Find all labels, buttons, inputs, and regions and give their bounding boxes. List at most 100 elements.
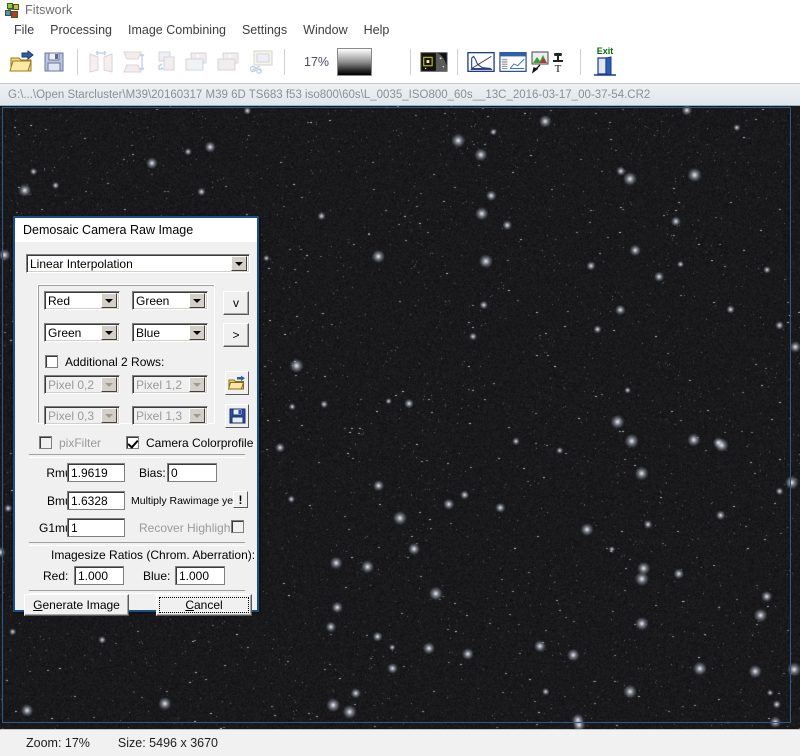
menubar: File Processing Image Combining Settings… <box>0 20 800 40</box>
statusbar: Zoom: 17% Size: 5496 x 3670 <box>0 729 800 756</box>
menu-settings[interactable]: Settings <box>234 21 295 39</box>
generate-image-label: Generate Image <box>33 598 120 612</box>
pixfilter-checkbox[interactable] <box>39 436 52 449</box>
menu-processing[interactable]: Processing <box>42 21 120 39</box>
statistics-window-icon <box>499 50 527 74</box>
mirror-vertical-icon <box>121 51 145 73</box>
bayer-combo-r1c0[interactable]: Green <box>44 323 120 342</box>
chevron-down-icon[interactable] <box>189 325 205 340</box>
toolbar-duplicate-image-button[interactable] <box>215 47 243 77</box>
demosaic-dialog: Demosaic Camera Raw Image Linear Interpo… <box>13 216 259 612</box>
mdi-workspace: Demosaic Camera Raw Image Linear Interpo… <box>0 106 800 729</box>
chevron-down-icon[interactable] <box>101 377 117 392</box>
ratio-blue-label: Blue: <box>143 569 170 583</box>
bayer-value-r1c1: Blue <box>136 326 189 340</box>
menu-help[interactable]: Help <box>356 21 398 39</box>
mirror-horizontal-icon <box>89 51 113 73</box>
crop-scissors-icon <box>248 50 274 74</box>
toolbar-mirror-vertical-button[interactable] <box>119 47 147 77</box>
g1mul-input[interactable]: 1 <box>67 518 125 537</box>
bmul-input[interactable]: 1.6328 <box>67 491 125 510</box>
bayer-combo-r1c1[interactable]: Blue <box>132 323 208 342</box>
exit-label: Exit <box>597 47 614 56</box>
bayer-value-r2c1: Pixel 1,2 <box>136 378 189 392</box>
bayer-value-r3c1: Pixel 1,3 <box>136 409 189 423</box>
bayer-combo-r2c0[interactable]: Pixel 0,2 <box>44 375 120 394</box>
divider-1 <box>29 454 245 458</box>
chevron-down-icon[interactable] <box>189 408 205 423</box>
toolbar-open-button[interactable] <box>8 47 36 77</box>
recover-highlights-checkbox[interactable] <box>231 520 244 533</box>
bayer-value-r0c1: Green <box>136 294 189 308</box>
toolbar-mirror-horizontal-button[interactable] <box>87 47 115 77</box>
status-size: Size: 5496 x 3670 <box>118 736 218 750</box>
floppy-save-icon <box>42 50 66 74</box>
shift-down-button[interactable]: v <box>223 291 249 315</box>
interpolation-combobox[interactable]: Linear Interpolation <box>26 254 250 273</box>
toolbar-save-button[interactable] <box>40 47 68 77</box>
window-title: Fitswork <box>25 3 72 17</box>
generate-image-button[interactable]: Generate Image <box>24 594 129 616</box>
toolbar-zoom-value: 17% <box>304 55 329 69</box>
toolbar-star-select-button[interactable] <box>420 47 448 77</box>
bayer-combo-r0c0[interactable]: Red <box>44 291 120 310</box>
pixfilter-label: pixFilter <box>59 436 101 450</box>
menu-image-combining[interactable]: Image Combining <box>120 21 234 39</box>
toolbar-color-picker-button[interactable]: T <box>531 47 571 77</box>
chevron-down-icon[interactable] <box>189 377 205 392</box>
toolbar-exit-button[interactable]: Exit <box>588 47 622 76</box>
ratio-blue-input[interactable]: 1.000 <box>175 566 225 585</box>
toolbar-crop-button[interactable] <box>247 47 275 77</box>
toolbar-rotate-button[interactable] <box>151 47 179 77</box>
chevron-down-icon[interactable] <box>189 293 205 308</box>
bias-label: Bias: <box>139 466 166 480</box>
open-folder-icon <box>228 375 246 391</box>
shift-right-button[interactable]: > <box>223 323 249 347</box>
chevron-down-icon[interactable] <box>101 408 117 423</box>
divider-2 <box>29 542 245 546</box>
rmul-input[interactable]: 1.9619 <box>67 463 125 482</box>
recover-highlights-label: Recover Highlights <box>139 521 240 535</box>
open-folder-icon <box>9 50 35 74</box>
ratio-red-input[interactable]: 1.000 <box>74 566 124 585</box>
additional-rows-label: Additional 2 Rows: <box>65 355 164 369</box>
interpolation-value: Linear Interpolation <box>30 257 231 271</box>
app-logo-icon <box>5 3 19 17</box>
toolbar-copy-image-button[interactable] <box>183 47 211 77</box>
bayer-combo-r0c1[interactable]: Green <box>132 291 208 310</box>
bayer-value-r3c0: Pixel 0,3 <box>48 409 101 423</box>
bias-input[interactable]: 0 <box>167 463 217 482</box>
toolbar-histogram-button[interactable] <box>467 47 495 77</box>
imagesize-ratios-label: Imagesize Ratios (Chrom. Aberration): <box>51 548 255 562</box>
bayer-combo-r3c1[interactable]: Pixel 1,3 <box>132 406 208 425</box>
dialog-body: Linear Interpolation Red Green Green Blu… <box>15 242 257 610</box>
camera-colorprofile-label: Camera Colorprofile <box>146 436 253 450</box>
load-pattern-button[interactable] <box>225 371 249 395</box>
toolbar-statistics-button[interactable] <box>499 47 527 77</box>
grayscale-gradient-swatch[interactable] <box>337 48 372 76</box>
color-picker-stamp-icon: T <box>531 50 571 74</box>
rotate-image-icon <box>153 51 177 73</box>
star-select-icon <box>420 50 448 74</box>
ratio-red-label: Red: <box>43 569 68 583</box>
save-pattern-button[interactable] <box>225 404 249 428</box>
menu-file[interactable]: File <box>6 21 42 39</box>
multiply-rawimage-label: Multiply Rawimage yet: <box>131 495 239 507</box>
bayer-value-r1c0: Green <box>48 326 101 340</box>
bayer-combo-r3c0[interactable]: Pixel 0,3 <box>44 406 120 425</box>
exit-door-icon <box>593 56 617 76</box>
cancel-button[interactable]: Cancel <box>156 594 252 616</box>
chevron-down-icon[interactable] <box>231 256 247 271</box>
bayer-value-r0c0: Red <box>48 294 101 308</box>
camera-colorprofile-checkbox[interactable] <box>126 436 139 449</box>
dialog-title: Demosaic Camera Raw Image <box>15 218 257 242</box>
additional-rows-checkbox[interactable] <box>45 355 58 368</box>
bayer-combo-r2c1[interactable]: Pixel 1,2 <box>132 375 208 394</box>
menu-window[interactable]: Window <box>295 21 355 39</box>
chevron-down-icon[interactable] <box>101 293 117 308</box>
copy-image-icon <box>184 51 210 73</box>
svg-text:T: T <box>555 63 562 74</box>
chevron-down-icon[interactable] <box>101 325 117 340</box>
floppy-save-icon <box>229 408 246 424</box>
multiply-rawimage-button[interactable]: ! <box>233 491 248 508</box>
